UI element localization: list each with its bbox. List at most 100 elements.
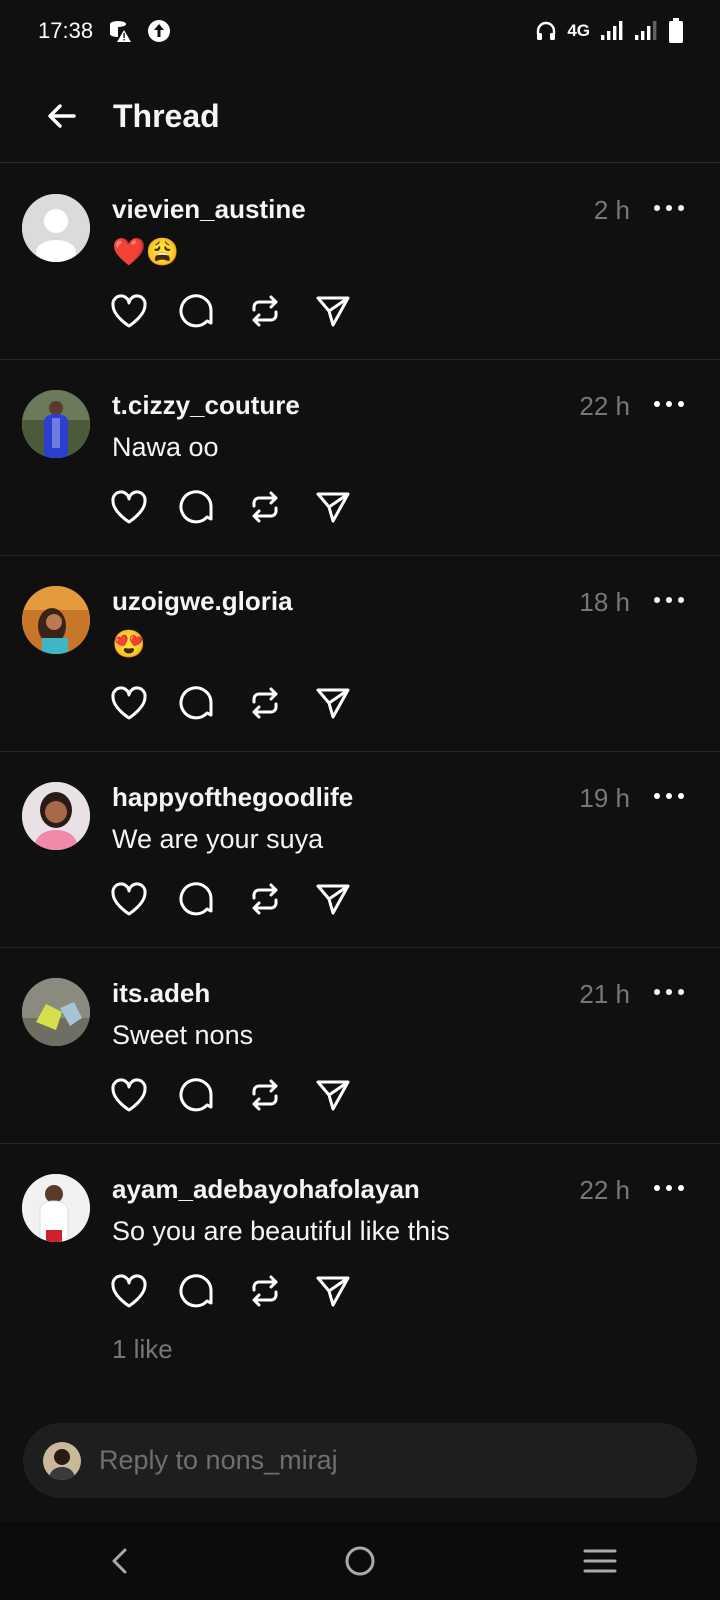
repost-icon — [252, 1275, 278, 1307]
comment-button[interactable] — [176, 878, 218, 920]
action-bar — [108, 878, 354, 920]
more-icon — [654, 989, 684, 995]
send-icon — [316, 296, 350, 327]
username[interactable]: uzoigwe.gloria — [112, 586, 293, 617]
like-button[interactable] — [108, 290, 150, 332]
more-options-button[interactable] — [646, 190, 692, 226]
avatar[interactable] — [22, 194, 90, 262]
like-button[interactable] — [108, 486, 150, 528]
action-bar — [108, 682, 354, 724]
reply-text: Sweet nons — [112, 1020, 254, 1050]
heart-icon — [111, 1274, 147, 1308]
back-icon — [112, 1548, 127, 1574]
timestamp: 21 h — [579, 979, 630, 1009]
like-button[interactable] — [108, 682, 150, 724]
thread-header: Thread — [0, 70, 720, 163]
signal-icon — [601, 21, 623, 40]
comment-icon — [179, 1274, 213, 1308]
repost-button[interactable] — [244, 682, 286, 724]
repost-button[interactable] — [244, 290, 286, 332]
like-button[interactable] — [108, 1074, 150, 1116]
repost-button[interactable] — [244, 1074, 286, 1116]
share-button[interactable] — [312, 878, 354, 920]
action-bar — [108, 290, 354, 332]
network-type: 4G — [567, 21, 590, 40]
more-options-button[interactable] — [646, 386, 692, 422]
send-icon — [316, 492, 350, 523]
send-icon — [316, 884, 350, 915]
replies-list: vievien_austine 2 h ❤️😩 t.cizzy_couture … — [0, 164, 720, 1374]
heart-icon — [111, 294, 147, 328]
share-button[interactable] — [312, 1270, 354, 1312]
heart-icon — [111, 882, 147, 916]
username[interactable]: t.cizzy_couture — [112, 390, 300, 421]
reply-text: ❤️😩 — [112, 237, 180, 267]
comment-icon — [179, 294, 213, 328]
avatar[interactable] — [22, 1174, 90, 1242]
share-button[interactable] — [312, 1074, 354, 1116]
comment-icon — [179, 1078, 213, 1112]
repost-icon — [252, 687, 278, 719]
like-button[interactable] — [108, 1270, 150, 1312]
send-icon — [316, 1276, 350, 1307]
share-button[interactable] — [312, 290, 354, 332]
avatar[interactable] — [22, 390, 90, 458]
repost-button[interactable] — [244, 1270, 286, 1312]
send-icon — [316, 1080, 350, 1111]
like-button[interactable] — [108, 878, 150, 920]
nav-menu-button[interactable] — [570, 1531, 630, 1591]
username[interactable]: ayam_adebayohafolayan — [112, 1174, 420, 1205]
comment-icon — [179, 490, 213, 524]
repost-button[interactable] — [244, 878, 286, 920]
timestamp: 18 h — [579, 587, 630, 617]
reply-input[interactable] — [97, 1444, 697, 1477]
avatar[interactable] — [22, 978, 90, 1046]
avatar — [43, 1441, 81, 1480]
timestamp: 22 h — [579, 1175, 630, 1205]
reply-item: t.cizzy_couture 22 h Nawa oo — [0, 360, 720, 556]
more-options-button[interactable] — [646, 582, 692, 618]
share-button[interactable] — [312, 682, 354, 724]
action-bar — [108, 1270, 354, 1312]
action-bar — [108, 486, 354, 528]
reply-item: uzoigwe.gloria 18 h 😍 — [0, 556, 720, 752]
repost-button[interactable] — [244, 486, 286, 528]
system-nav-bar — [0, 1522, 720, 1600]
avatar[interactable] — [22, 782, 90, 850]
reply-text: 😍 — [112, 629, 146, 659]
headphones-icon — [537, 21, 556, 40]
more-icon — [654, 1185, 684, 1191]
page-title: Thread — [113, 98, 220, 134]
avatar[interactable] — [22, 586, 90, 654]
status-bar: 17:38 4G — [0, 0, 720, 62]
reply-text: Nawa oo — [112, 432, 219, 462]
heart-icon — [111, 686, 147, 720]
timestamp: 19 h — [579, 783, 630, 813]
nav-home-button[interactable] — [330, 1531, 390, 1591]
reply-item: vievien_austine 2 h ❤️😩 — [0, 164, 720, 360]
signal-icon-2 — [635, 21, 657, 40]
more-options-button[interactable] — [646, 778, 692, 814]
nav-back-button[interactable] — [90, 1531, 150, 1591]
timestamp: 22 h — [579, 391, 630, 421]
send-icon — [316, 688, 350, 719]
back-button[interactable] — [38, 92, 86, 140]
comment-icon — [179, 686, 213, 720]
username[interactable]: its.adeh — [112, 978, 210, 1009]
comment-button[interactable] — [176, 1074, 218, 1116]
comment-button[interactable] — [176, 1270, 218, 1312]
comment-button[interactable] — [176, 290, 218, 332]
share-button[interactable] — [312, 486, 354, 528]
more-icon — [654, 793, 684, 799]
username[interactable]: vievien_austine — [112, 194, 306, 225]
heart-icon — [111, 490, 147, 524]
action-bar — [108, 1074, 354, 1116]
comment-button[interactable] — [176, 486, 218, 528]
more-options-button[interactable] — [646, 974, 692, 1010]
more-icon — [654, 401, 684, 407]
more-options-button[interactable] — [646, 1170, 692, 1206]
repost-icon — [252, 295, 278, 327]
like-count[interactable]: 1 like — [112, 1334, 173, 1365]
username[interactable]: happyofthegoodlife — [112, 782, 353, 813]
comment-button[interactable] — [176, 682, 218, 724]
